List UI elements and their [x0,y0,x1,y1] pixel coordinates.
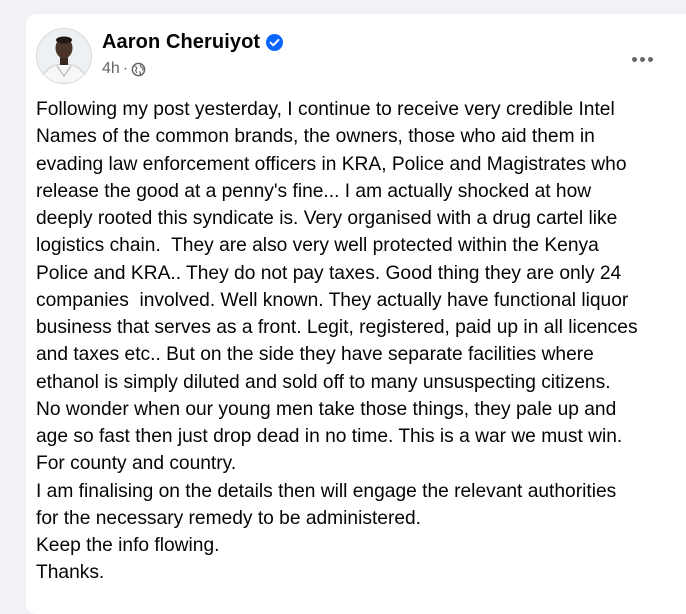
meta-separator: · [122,60,129,77]
post-line: and taxes etc.. But on the side they hav… [36,344,594,366]
post-line: logistics chain. They are also very well… [36,235,599,257]
verified-badge-icon [266,34,284,51]
avatar-image [37,29,91,83]
post-line: companies involved. Well known. They act… [36,289,629,311]
post-line: Thanks. [36,562,105,584]
post-line: business that serves as a front. Legit, … [36,317,638,338]
post-line: Keep the info flowing. [36,535,220,556]
post-header: Aaron Cheruiyot 4h · [36,28,686,88]
post-text: Following my post yesterday, I continue … [36,96,686,587]
post-line: evading law enforcement officers in KRA,… [36,153,627,175]
post-line: deeply rooted this syndicate is. Very or… [36,208,618,229]
post-line: release the good at a penny's fine... I … [36,180,592,202]
post-meta: 4h · [102,60,146,78]
post-line: No wonder when our young men take those … [36,398,617,420]
post-line: For county and country. [36,453,237,475]
post-line: age so fast then just drop dead in no ti… [36,426,623,447]
more-dot [639,56,645,62]
author-row: Aaron Cheruiyot [102,31,284,54]
more-options-button[interactable] [628,52,656,66]
post-timestamp[interactable]: 4h [102,60,120,78]
post-line: ethanol is simply diluted and sold off t… [36,371,611,393]
globe-icon[interactable] [131,62,146,77]
more-dot [631,56,637,62]
post-line: Names of the common brands, the owners, … [36,126,595,148]
author-name[interactable]: Aaron Cheruiyot [102,31,260,54]
more-dot [647,56,653,62]
post-card: Aaron Cheruiyot 4h · Following my post y… [26,14,686,614]
post-line: Police and KRA.. They do not pay taxes. … [36,262,622,284]
post-line: Following my post yesterday, I continue … [36,99,615,120]
author-avatar[interactable] [36,28,92,84]
post-line: I am finalising on the details then will… [36,480,617,502]
post-line: for the necessary remedy to be administe… [36,507,422,529]
